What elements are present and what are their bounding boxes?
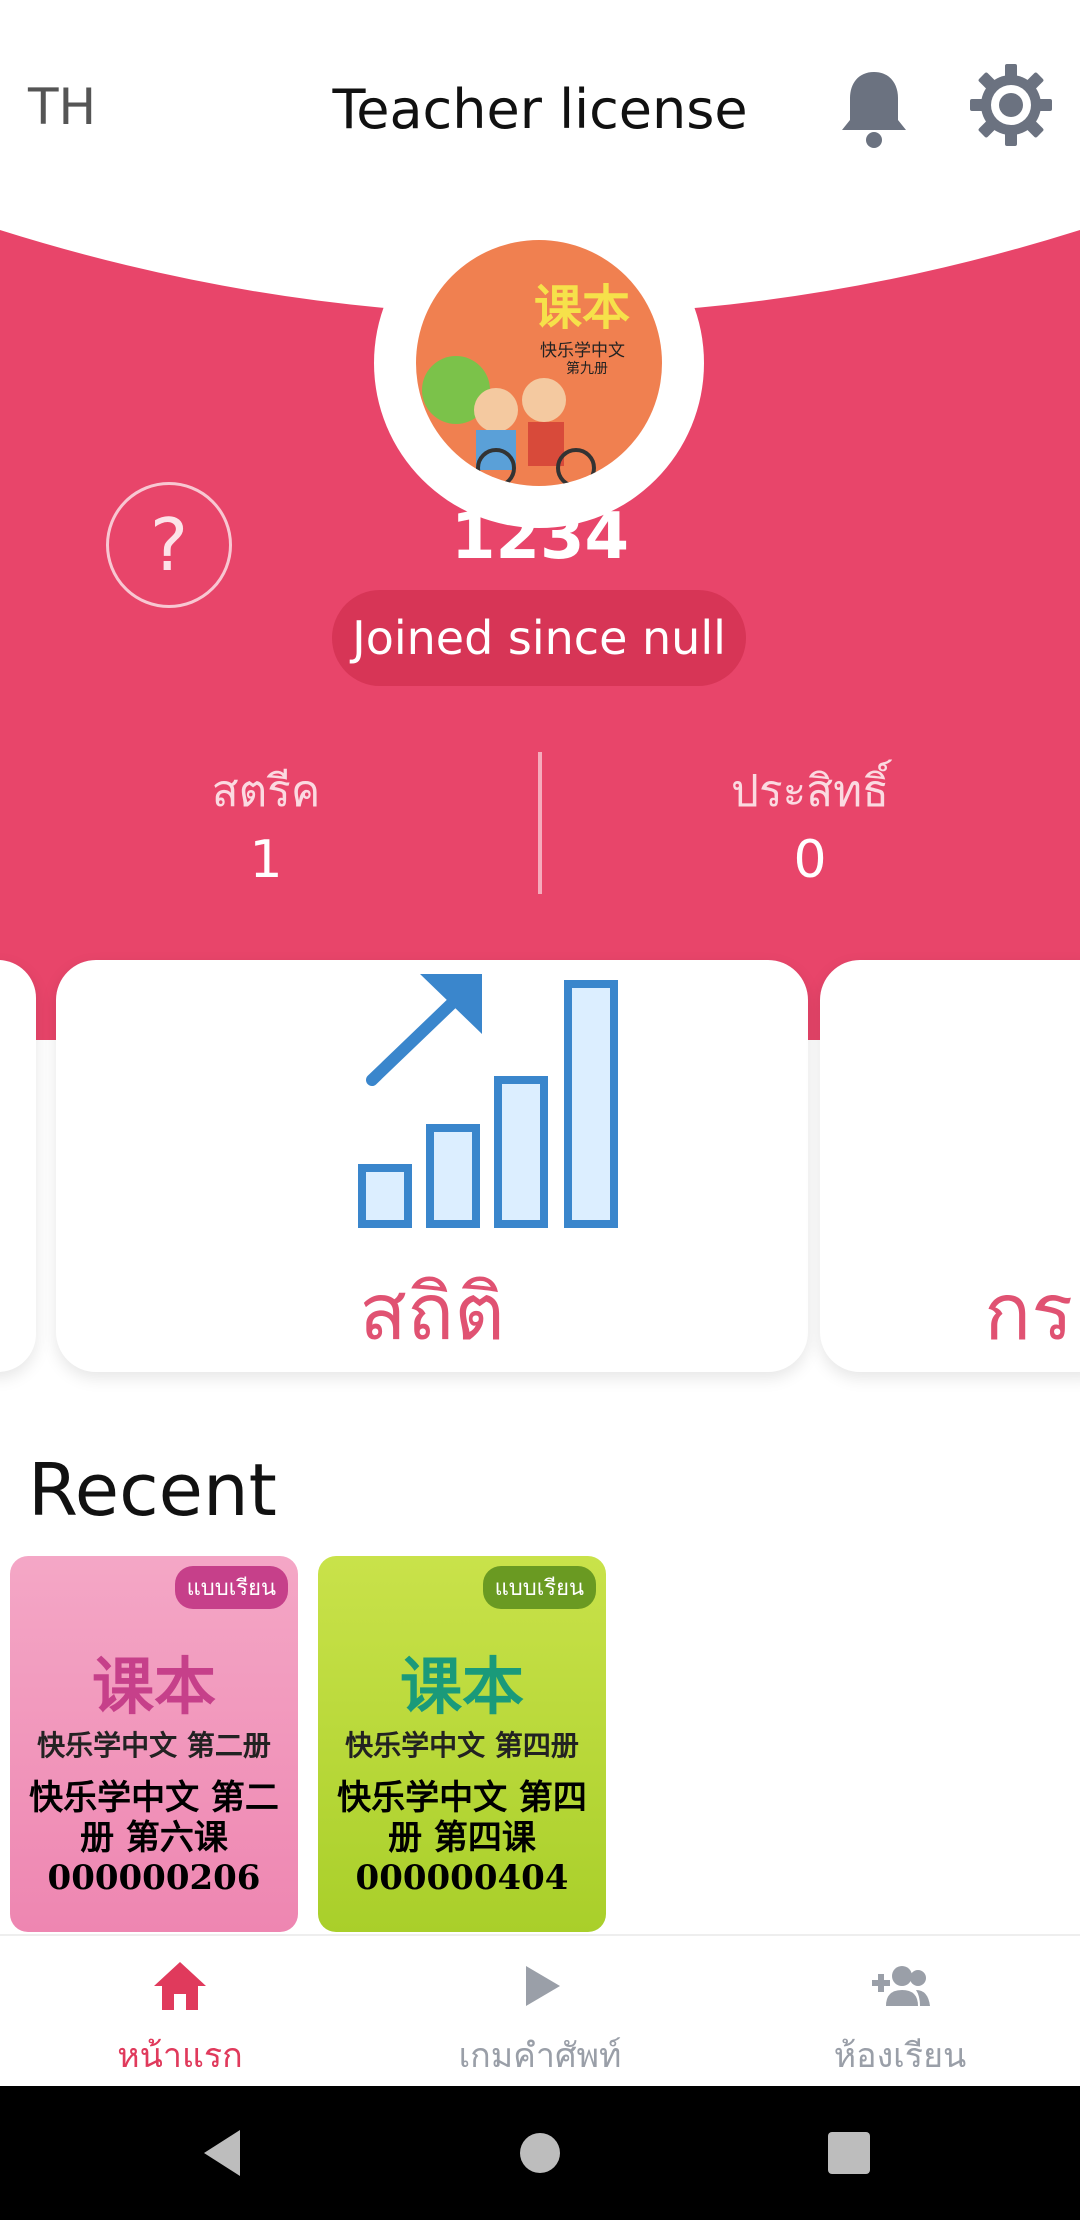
nav-classroom-label: ห้องเรียน xyxy=(833,2036,967,2076)
carousel-card-previous[interactable] xyxy=(0,960,36,1372)
avatar-image: 课本 快乐学中文 第九册 xyxy=(416,240,662,486)
joined-badge: Joined since null xyxy=(332,590,746,686)
stats-divider xyxy=(538,752,542,894)
book-cover-title: 课本 xyxy=(91,1650,216,1723)
stat-efficiency-label: ประสิทธิ์ xyxy=(731,766,889,817)
book-caption: 快乐学中文 第二册 第六课 000000206 xyxy=(29,1778,279,1898)
recent-book-item[interactable]: แบบเรียน 课本 快乐学中文 第四册 快乐学中文 第四册 第四课 0000… xyxy=(318,1556,606,1932)
profile-avatar[interactable]: 课本 快乐学中文 第九册 xyxy=(374,198,704,528)
avatar-cover-volume: 第九册 xyxy=(566,361,608,377)
back-icon[interactable] xyxy=(190,2120,256,2186)
carousel-card-statistics[interactable]: สถิติ xyxy=(56,960,808,1372)
book-cover-title: 课本 xyxy=(399,1650,524,1723)
nav-home-label: หน้าแรก xyxy=(117,2036,243,2076)
stat-efficiency-value: 0 xyxy=(793,830,827,890)
recent-section-title: Recent xyxy=(28,1448,277,1532)
book-type-badge: แบบเรียน xyxy=(174,1566,288,1609)
add-people-icon xyxy=(872,1966,930,2006)
statistics-chart-icon xyxy=(358,974,618,1228)
stat-streak-label: สตรีค xyxy=(211,766,321,817)
page-title: Teacher license xyxy=(332,78,748,141)
nav-classroom[interactable]: ห้องเรียน xyxy=(720,1936,1080,2088)
recent-book-item[interactable]: แบบเรียน 课本 快乐学中文 第二册 快乐学中文 第二册 第六课 0000… xyxy=(10,1556,298,1932)
nav-vocab-game-label: เกมคำศัพท์ xyxy=(458,2036,622,2076)
home-circle-icon[interactable] xyxy=(507,2120,573,2186)
statistics-label: สถิติ xyxy=(359,1268,505,1358)
avatar-cover-title: 课本 xyxy=(534,280,631,336)
recents-square-icon[interactable] xyxy=(816,2120,882,2186)
book-type-badge: แบบเรียน xyxy=(482,1566,596,1609)
notification-bell-icon[interactable] xyxy=(836,66,912,150)
book-cover-subtitle: 快乐学中文 第二册 xyxy=(37,1729,271,1762)
bottom-navigation: หน้าแรก เกมคำศัพท์ ห้องเรียน xyxy=(0,1934,1080,2088)
carousel-card-next[interactable]: กร xyxy=(820,960,1080,1372)
play-icon xyxy=(526,1966,560,2006)
next-card-label: กร xyxy=(984,1268,1074,1358)
top-bar: TH Teacher license xyxy=(0,0,1080,220)
settings-gear-icon[interactable] xyxy=(968,62,1054,148)
stat-streak-value: 1 xyxy=(249,830,283,890)
book-cover-subtitle: 快乐学中文 第四册 xyxy=(345,1729,579,1762)
nav-vocab-game[interactable]: เกมคำศัพท์ xyxy=(360,1936,720,2088)
user-id: 1234 xyxy=(450,500,630,574)
system-navigation-bar xyxy=(0,2086,1080,2220)
nav-home[interactable]: หน้าแรก xyxy=(0,1936,360,2088)
home-icon xyxy=(154,1962,206,2010)
book-caption: 快乐学中文 第四册 第四课 000000404 xyxy=(337,1778,587,1898)
